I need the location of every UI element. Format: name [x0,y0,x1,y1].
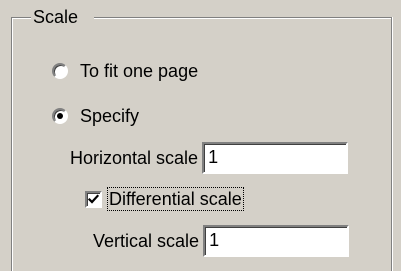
fit-one-page-radio-option[interactable]: To fit one page [52,60,198,82]
radio-selected-dot-icon [57,113,63,119]
specify-label[interactable]: Specify [80,105,139,127]
groupbox-left-border-hi [12,18,13,271]
specify-radio-icon[interactable] [52,108,68,124]
fit-one-page-label[interactable]: To fit one page [80,60,198,82]
differential-scale-checkbox[interactable] [85,190,102,208]
groupbox-right-border-hi [392,17,393,271]
specify-radio-option[interactable]: Specify [52,105,139,127]
horizontal-scale-input[interactable]: 1 [202,142,349,174]
groupbox-top-border-left-hi [12,18,31,19]
differential-scale-label[interactable]: Differential scale [107,187,244,211]
vertical-scale-label: Vertical scale [93,231,200,251]
groupbox-title: Scale [31,6,82,28]
vertical-scale-input[interactable]: 1 [203,225,350,257]
horizontal-scale-label: Horizontal scale [70,148,199,168]
scale-settings-panel: Scale To fit one page Specify Horizontal… [0,0,401,271]
differential-scale-checkbox-option[interactable]: Differential scale [85,187,244,211]
horizontal-scale-row: Horizontal scale 1 [70,142,349,174]
groupbox-top-border-right-hi [94,18,392,19]
fit-one-page-radio-icon[interactable] [52,63,68,79]
checkmark-icon [87,193,100,204]
vertical-scale-row: Vertical scale 1 [93,225,350,257]
